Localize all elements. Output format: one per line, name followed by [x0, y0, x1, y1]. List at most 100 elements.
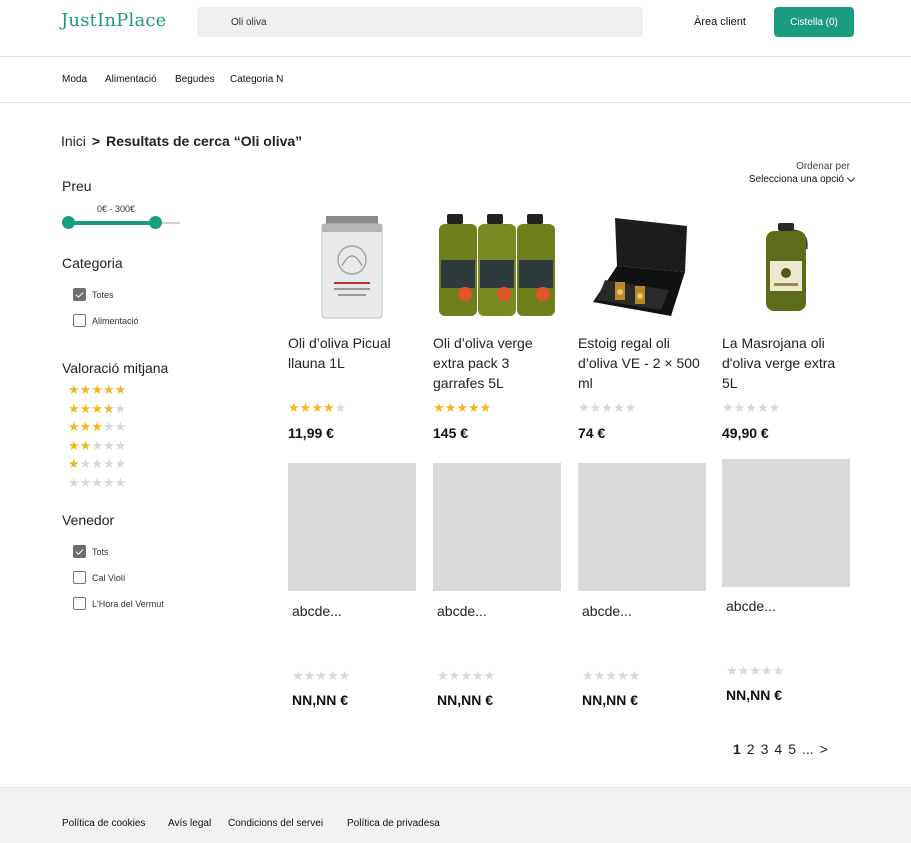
star-empty-icon: ★ — [68, 474, 80, 490]
product-name[interactable]: abcde... — [726, 598, 776, 614]
product-price: NN,NN € — [726, 687, 783, 703]
rating-filter-3-stars[interactable]: ★★★★★ — [68, 420, 126, 433]
star-filled-icon: ★ — [91, 400, 103, 416]
nav-item-begudes[interactable]: Begudes — [175, 74, 214, 85]
category-option-alimentacio[interactable]: Alimentació — [73, 314, 139, 327]
nav-item-alimentacio[interactable]: Alimentació — [105, 74, 157, 85]
product-image-placeholder[interactable] — [722, 459, 850, 587]
nav-item-categoria-n[interactable]: Categoria N — [230, 74, 283, 85]
page-1[interactable]: 1 — [733, 741, 741, 757]
product-card[interactable]: La Masrojana oli d'oliva verge extra 5L … — [722, 201, 850, 451]
product-name[interactable]: La Masrojana oli d'oliva verge extra 5L — [722, 333, 852, 393]
star-empty-icon: ★ — [102, 474, 115, 490]
next-page-button[interactable]: > — [820, 741, 828, 757]
checkbox[interactable] — [73, 288, 86, 301]
checkbox[interactable] — [73, 571, 86, 584]
gift-box-bottles-icon — [593, 218, 687, 316]
checkbox[interactable] — [73, 314, 86, 327]
price-filter-title: Preu — [62, 178, 92, 194]
product-card[interactable]: Oli d’oliva verge extra pack 3 garrafes … — [433, 201, 561, 451]
breadcrumb-current: Resultats de cerca “Oli oliva” — [106, 133, 303, 149]
star-empty-icon: ★ — [292, 668, 304, 683]
product-image[interactable] — [433, 201, 561, 329]
footer-link-privacy[interactable]: Política de privadesa — [347, 818, 440, 829]
area-client-link[interactable]: Àrea client — [694, 16, 746, 28]
product-image[interactable] — [722, 201, 850, 329]
star-empty-icon: ★ — [460, 668, 472, 683]
rating-filter-title: Valoració mitjana — [62, 360, 169, 376]
sort-label: Ordenar per — [796, 161, 850, 172]
star-empty-icon: ★ — [612, 400, 625, 415]
checkbox[interactable] — [73, 597, 86, 610]
product-card-placeholder[interactable]: abcde... ★★★★★ NN,NN € — [288, 463, 416, 713]
product-name[interactable]: abcde... — [292, 603, 342, 619]
star-filled-icon: ★ — [68, 437, 80, 453]
product-image[interactable] — [288, 201, 416, 329]
product-card[interactable]: Oli d’oliva Picual llauna 1L ★★★★★ 11,99… — [288, 201, 416, 451]
page-5[interactable]: 5 — [788, 741, 796, 757]
search-input[interactable] — [197, 7, 643, 37]
page-2[interactable]: 2 — [747, 741, 755, 757]
seller-filter-title: Venedor — [62, 512, 115, 528]
price-slider-fill — [68, 221, 156, 225]
star-empty-icon: ★ — [578, 400, 590, 415]
product-price: 145 € — [433, 425, 469, 441]
seller-option-hora-del-vermut[interactable]: L'Hora del Vermut — [73, 597, 164, 610]
product-name[interactable]: Estoig regal oli d’oliva VE - 2 × 500 ml — [578, 333, 708, 393]
footer-link-terms[interactable]: Condicions del servei — [228, 818, 323, 829]
star-empty-icon: ★ — [582, 668, 594, 683]
product-price: 74 € — [578, 425, 606, 441]
rating-filter-4-stars[interactable]: ★★★★★ — [68, 402, 126, 415]
star-empty-icon: ★ — [303, 668, 316, 683]
page-4[interactable]: 4 — [774, 741, 782, 757]
logo[interactable]: JustInPlace — [61, 10, 167, 31]
rating-filter-5-stars[interactable]: ★★★★★ — [68, 383, 126, 396]
product-card-placeholder[interactable]: abcde... ★★★★★ NN,NN € — [433, 463, 561, 713]
sort-select[interactable]: Selecciona una opció — [749, 173, 856, 185]
product-rating: ★★★★★ — [582, 669, 640, 682]
rating-filter-0-stars[interactable]: ★★★★★ — [68, 476, 126, 489]
star-filled-icon: ★ — [79, 437, 92, 453]
page-3[interactable]: 3 — [761, 741, 769, 757]
product-card-placeholder[interactable]: abcde... ★★★★★ NN,NN € — [578, 463, 706, 713]
cart-button[interactable]: Cistella (0) — [774, 7, 854, 37]
price-slider-max-handle[interactable] — [149, 216, 162, 229]
product-name[interactable]: abcde... — [582, 603, 632, 619]
product-name[interactable]: Oli d’oliva Picual llauna 1L — [288, 333, 418, 373]
star-empty-icon: ★ — [91, 437, 103, 453]
product-image[interactable] — [578, 201, 706, 329]
olive-oil-jug-icon — [766, 223, 808, 311]
product-rating: ★★★★★ — [288, 401, 346, 414]
star-empty-icon: ★ — [315, 668, 327, 683]
breadcrumb-home[interactable]: Inici — [61, 133, 86, 149]
nav-item-moda[interactable]: Moda — [62, 74, 87, 85]
star-empty-icon: ★ — [726, 663, 738, 678]
star-filled-icon: ★ — [288, 400, 300, 415]
footer: Política de cookies Avís legal Condicion… — [0, 787, 911, 843]
footer-link-legal[interactable]: Avís legal — [168, 818, 211, 829]
product-rating: ★★★★★ — [433, 401, 491, 414]
category-option-totes[interactable]: Totes — [73, 288, 114, 301]
product-image-placeholder[interactable] — [288, 463, 416, 591]
product-name[interactable]: Oli d’oliva verge extra pack 3 garrafes … — [433, 333, 563, 393]
page-ellipsis: ... — [801, 741, 814, 757]
star-empty-icon: ★ — [114, 400, 127, 416]
product-image-placeholder[interactable] — [433, 463, 561, 591]
checkbox-label: Tots — [92, 546, 109, 557]
product-image-placeholder[interactable] — [578, 463, 706, 591]
checkbox[interactable] — [73, 545, 86, 558]
product-card[interactable]: Estoig regal oli d’oliva VE - 2 × 500 ml… — [578, 201, 706, 451]
star-empty-icon: ★ — [756, 400, 769, 415]
rating-filter-1-stars[interactable]: ★★★★★ — [68, 457, 126, 470]
price-slider-min-handle[interactable] — [62, 216, 75, 229]
star-empty-icon: ★ — [733, 400, 746, 415]
star-empty-icon: ★ — [338, 668, 351, 683]
seller-option-cal-violi[interactable]: Cal Violí — [73, 571, 125, 584]
star-empty-icon: ★ — [628, 668, 641, 683]
seller-option-tots[interactable]: Tots — [73, 545, 109, 558]
footer-link-cookies[interactable]: Política de cookies — [62, 818, 145, 829]
rating-filter-2-stars[interactable]: ★★★★★ — [68, 439, 126, 452]
product-name[interactable]: abcde... — [437, 603, 487, 619]
product-card-placeholder[interactable]: abcde... ★★★★★ NN,NN € — [722, 459, 850, 709]
star-empty-icon: ★ — [616, 668, 629, 683]
